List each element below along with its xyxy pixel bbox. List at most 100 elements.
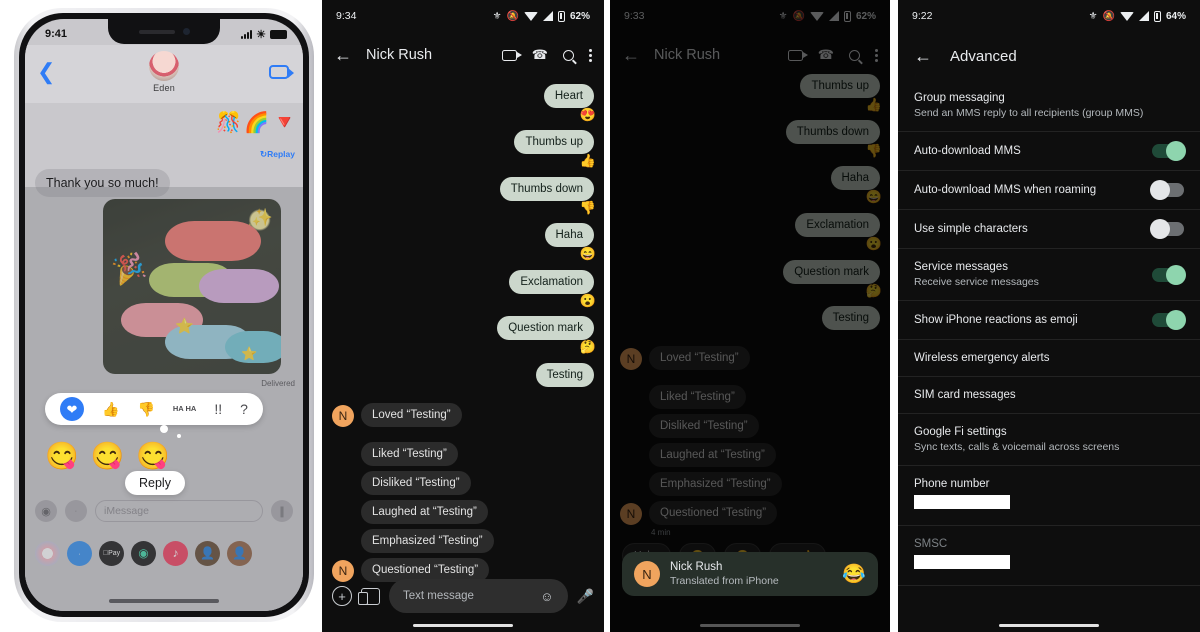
message-bubble[interactable]: Laughed at “Testing” <box>649 443 776 467</box>
toggle-switch[interactable] <box>1152 141 1186 161</box>
setting-row-phone-number[interactable]: Phone number <box>898 466 1200 526</box>
toggle-switch[interactable] <box>1150 180 1184 200</box>
message-row-outgoing[interactable]: Thumbs up 👍 <box>514 130 596 167</box>
message-bubble[interactable]: Liked “Testing” <box>649 385 746 409</box>
contact-name[interactable]: Nick Rush <box>654 47 774 63</box>
tapback-question-label[interactable]: ? <box>240 402 248 416</box>
message-row-outgoing[interactable]: Heart 😍 <box>543 84 596 121</box>
fitness-app-icon[interactable]: ◉ <box>131 540 156 566</box>
app-store-icon[interactable]: 𝃚 <box>67 540 92 566</box>
camera-icon[interactable]: ◉ <box>35 500 57 522</box>
message-row-outgoing[interactable]: Question mark 🤔 <box>497 316 596 353</box>
video-camera-icon[interactable] <box>787 49 808 61</box>
tapback-heart-icon[interactable]: ❤ <box>60 397 84 421</box>
arrow-left-icon[interactable]: ← <box>334 46 352 64</box>
message-bubble[interactable]: Loved “Testing” <box>649 346 750 370</box>
setting-row-sim-card-messages[interactable]: SIM card messages <box>898 377 1200 414</box>
replay-button[interactable]: ↻Replay <box>260 149 295 160</box>
message-row-outgoing[interactable]: Thumbs up 👍 <box>800 74 882 111</box>
plus-circle-icon[interactable]: + <box>332 586 352 606</box>
sticker-icon[interactable]: 😋 <box>136 443 170 470</box>
message-row-outgoing[interactable]: Thumbs down 👎 <box>785 120 882 157</box>
contact-name[interactable]: Nick Rush <box>366 47 488 63</box>
photo-attachment[interactable]: ✨ ✨ 🎉 ⭐ ⭐ <box>103 199 281 374</box>
app-store-icon[interactable]: 𝃚 <box>65 500 87 522</box>
message-row-incoming[interactable]: Disliked “Testing” <box>649 414 759 438</box>
message-row-outgoing[interactable]: Testing <box>535 363 594 387</box>
message-bubble[interactable]: Haha <box>830 166 880 190</box>
notification-toast[interactable]: N Nick Rush Translated from iPhone 😂 <box>622 552 878 596</box>
photos-app-icon[interactable] <box>35 540 60 566</box>
message-bubble[interactable]: Thumbs up <box>800 74 880 98</box>
emoji-icon[interactable]: ☺ <box>540 589 553 604</box>
setting-row-iphone-reactions[interactable]: Show iPhone reactions as emoji <box>898 301 1200 340</box>
message-bubble[interactable]: Testing <box>821 306 880 330</box>
setting-row-smsc[interactable]: SMSC <box>898 526 1200 586</box>
search-icon[interactable] <box>563 49 574 61</box>
message-bubble[interactable]: Laughed at “Testing” <box>361 500 488 524</box>
audio-wave-icon[interactable]: ∥ <box>271 500 293 522</box>
message-row-incoming[interactable]: Laughed at “Testing” <box>649 443 776 467</box>
phone-number-field[interactable] <box>914 495 1010 509</box>
phone-icon[interactable]: ☎ <box>818 47 834 63</box>
text-message-input[interactable]: Text message ☺ <box>389 579 568 613</box>
message-row-outgoing[interactable]: Testing <box>821 306 880 330</box>
message-row-incoming[interactable]: Emphasized “Testing” <box>649 472 782 496</box>
overflow-menu-icon[interactable] <box>875 48 878 62</box>
memoji-icon[interactable]: 👤 <box>195 540 220 566</box>
message-row-incoming[interactable]: Liked “Testing” <box>649 385 746 409</box>
setting-row-google-fi[interactable]: Google Fi settings Sync texts, calls & v… <box>898 414 1200 466</box>
message-row-outgoing[interactable]: Exclamation 😮 <box>795 213 882 250</box>
setting-row-group-messaging[interactable]: Group messaging Send an MMS reply to all… <box>898 80 1200 132</box>
tapback-thumbs-down-icon[interactable]: 👎 <box>137 402 154 416</box>
message-row-incoming[interactable]: Liked “Testing” <box>361 442 458 466</box>
reply-button[interactable]: Reply <box>125 471 185 495</box>
smsc-field[interactable] <box>914 555 1010 569</box>
setting-row-emergency-alerts[interactable]: Wireless emergency alerts <box>898 340 1200 377</box>
avatar[interactable]: N <box>332 405 354 427</box>
message-bubble[interactable]: Questioned “Testing” <box>649 501 778 525</box>
video-camera-icon[interactable] <box>501 49 522 61</box>
toggle-switch[interactable] <box>1152 264 1186 285</box>
phone-icon[interactable]: ☎ <box>532 47 548 63</box>
message-row-incoming[interactable]: Laughed at “Testing” <box>361 500 488 524</box>
message-row-outgoing[interactable]: Thumbs down 👎 <box>499 177 596 214</box>
message-bubble[interactable]: Disliked “Testing” <box>649 414 759 438</box>
message-bubble[interactable]: Thumbs down <box>499 177 594 201</box>
message-row-outgoing[interactable]: Question mark 🤔 <box>783 260 882 297</box>
overflow-menu-icon[interactable] <box>589 48 592 62</box>
tapback-exclamation-label[interactable]: !! <box>214 402 222 416</box>
message-row-incoming[interactable]: N Questioned “Testing” <box>620 501 778 525</box>
message-bubble[interactable]: Loved “Testing” <box>361 403 462 427</box>
message-bubble[interactable]: Emphasized “Testing” <box>649 472 782 496</box>
avatar[interactable] <box>149 51 179 81</box>
tapback-menu[interactable]: ❤ 👍 👎 HA HA !! ? <box>45 393 263 425</box>
memoji-icon[interactable]: 👤 <box>227 540 252 566</box>
setting-row-auto-download-mms[interactable]: Auto-download MMS <box>898 132 1200 171</box>
message-row-incoming[interactable]: Emphasized “Testing” <box>361 529 494 553</box>
sticker-icon[interactable]: 😋 <box>45 443 79 470</box>
message-bubble[interactable]: Liked “Testing” <box>361 442 458 466</box>
toggle-switch[interactable] <box>1150 219 1184 239</box>
avatar[interactable]: N <box>620 348 642 370</box>
message-bubble[interactable]: Heart <box>543 84 594 108</box>
toggle-switch[interactable] <box>1152 310 1186 330</box>
imessage-input[interactable]: iMessage <box>95 500 263 522</box>
sticker-icon[interactable]: 😋 <box>91 443 125 470</box>
message-bubble[interactable]: Disliked “Testing” <box>361 471 471 495</box>
message-row-outgoing[interactable]: Haha 😄 <box>544 223 596 260</box>
avatar[interactable]: N <box>620 503 642 525</box>
incoming-message-bubble[interactable]: Thank you so much! <box>35 169 170 197</box>
apple-pay-icon[interactable]: Pay <box>99 540 124 566</box>
message-bubble[interactable]: Thumbs down <box>785 120 880 144</box>
message-row-incoming[interactable]: Disliked “Testing” <box>361 471 471 495</box>
setting-row-auto-download-roaming[interactable]: Auto-download MMS when roaming <box>898 171 1200 210</box>
video-camera-icon[interactable] <box>269 65 294 79</box>
message-row-incoming[interactable]: N Loved “Testing” <box>620 346 750 370</box>
message-bubble[interactable]: Thumbs up <box>514 130 594 154</box>
gallery-icon[interactable] <box>358 587 380 605</box>
tapback-thumbs-up-icon[interactable]: 👍 <box>102 402 119 416</box>
back-icon[interactable]: ❮ <box>37 61 55 83</box>
message-bubble[interactable]: Testing <box>535 363 594 387</box>
microphone-icon[interactable]: 🎤 <box>577 588 594 605</box>
